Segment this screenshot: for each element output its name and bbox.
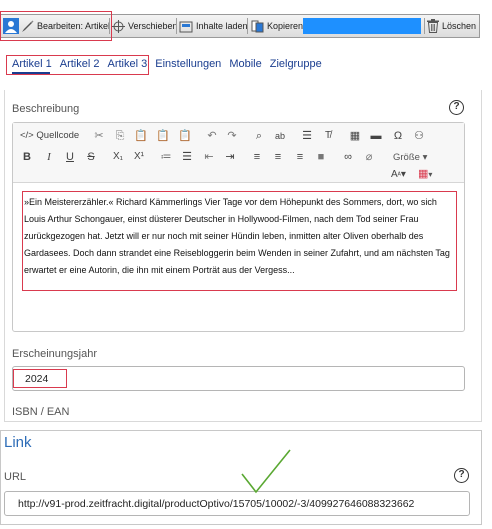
delete-button[interactable]: Löschen xyxy=(427,15,476,37)
tab-bar: Artikel 1 Artikel 2 Artikel 3 Einstellun… xyxy=(12,58,330,70)
remove-format-icon[interactable]: T̸ xyxy=(321,129,335,143)
background-color-button[interactable]: ▦▾ xyxy=(418,167,432,180)
link-section-title: Link xyxy=(4,434,32,451)
isbn-label: ISBN / EAN xyxy=(12,406,70,418)
trash-icon xyxy=(427,19,439,33)
editor-toolbar: </> Quellcode ✂ ⎘ 📋 📋 📋 ↶ ↷ ⌕ ab ☰ T̸ ▦ … xyxy=(13,123,464,183)
paste-word-icon[interactable]: 📋 xyxy=(178,129,192,143)
checkmark-icon xyxy=(241,449,291,494)
justify-icon[interactable]: ■ xyxy=(314,150,328,164)
bold-icon[interactable]: B xyxy=(20,150,34,164)
unlink-icon[interactable]: ⌀ xyxy=(362,150,376,164)
copy-icon[interactable]: ⎘ xyxy=(113,129,127,143)
align-left-icon[interactable]: ≡ xyxy=(250,150,264,164)
user-icon xyxy=(3,18,19,34)
pencil-icon xyxy=(21,20,34,33)
tab-artikel-3[interactable]: Artikel 3 xyxy=(108,58,148,70)
edit-article-button[interactable]: Bearbeiten: Artikel xyxy=(21,15,110,37)
strikethrough-icon[interactable]: S xyxy=(84,150,98,164)
move-button[interactable]: Verschieben xyxy=(112,15,178,37)
superscript-icon[interactable]: X¹ xyxy=(132,150,146,164)
edit-article-label: Bearbeiten: Artikel xyxy=(37,21,111,31)
text-color-button[interactable]: Aᴬ▾ xyxy=(391,169,406,180)
special-char-icon[interactable]: Ω xyxy=(391,129,405,143)
chevron-down-icon: ▾ xyxy=(422,152,428,163)
tab-zielgruppe[interactable]: Zielgruppe xyxy=(270,58,322,70)
indent-icon[interactable]: ⇥ xyxy=(223,150,237,164)
user-button[interactable] xyxy=(3,15,22,37)
italic-icon[interactable]: I xyxy=(42,150,56,164)
font-size-label: Größe xyxy=(393,152,420,163)
underline-icon[interactable]: U xyxy=(63,150,77,164)
editor-content[interactable]: »Ein Meistererzähler.« Richard Kämmerlin… xyxy=(22,191,456,291)
subscript-icon[interactable]: X₁ xyxy=(111,150,125,164)
main-toolbar: Bearbeiten: Artikel Verschieben Inhalte … xyxy=(0,14,480,38)
load-icon xyxy=(179,20,193,33)
outdent-icon[interactable]: ⇤ xyxy=(202,150,216,164)
table-icon[interactable]: ▦ xyxy=(348,129,362,143)
bullet-list-icon[interactable]: ☰ xyxy=(180,150,194,164)
toolbar-divider xyxy=(176,18,177,34)
tab-artikel-2[interactable]: Artikel 2 xyxy=(60,58,100,70)
year-label: Erscheinungsjahr xyxy=(12,348,97,360)
horizontal-line-icon[interactable]: ▬ xyxy=(369,129,383,143)
toolbar-divider xyxy=(424,18,425,34)
copy-button[interactable]: Kopieren xyxy=(251,15,303,37)
load-content-label: Inhalte laden xyxy=(196,21,248,31)
select-all-icon[interactable]: ☰ xyxy=(300,129,314,143)
font-size-dropdown[interactable]: Größe ▾ xyxy=(393,152,427,163)
replace-icon[interactable]: ab xyxy=(273,129,287,143)
source-code-label: Quellcode xyxy=(36,130,80,141)
active-tab-indicator xyxy=(12,72,50,74)
tab-artikel-1[interactable]: Artikel 1 xyxy=(12,58,52,70)
source-code-button[interactable]: </> Quellcode xyxy=(20,130,79,141)
link-icon[interactable]: ∞ xyxy=(341,150,355,164)
toolbar-divider xyxy=(247,18,248,34)
url-value: http://v91-prod.zeitfracht.digital/produ… xyxy=(18,498,415,510)
year-input[interactable]: 2024 xyxy=(12,366,465,391)
align-right-icon[interactable]: ≡ xyxy=(293,150,307,164)
description-label: Beschreibung xyxy=(12,103,80,115)
copy-icon xyxy=(251,20,264,33)
paste-text-icon[interactable]: 📋 xyxy=(156,129,170,143)
url-label: URL xyxy=(4,471,27,483)
load-content-button[interactable]: Inhalte laden xyxy=(179,15,248,37)
undo-icon[interactable]: ↶ xyxy=(205,129,219,143)
toolbar-highlight-bar xyxy=(303,18,421,34)
numbered-list-icon[interactable]: ≔ xyxy=(159,150,173,164)
paste-icon[interactable]: 📋 xyxy=(134,129,148,143)
tab-mobile[interactable]: Mobile xyxy=(229,58,261,70)
copy-label: Kopieren xyxy=(267,21,304,31)
search-icon[interactable]: ⌕ xyxy=(252,129,266,143)
redo-icon[interactable]: ↷ xyxy=(225,129,239,143)
year-value: 2024 xyxy=(25,373,49,385)
code-icon: </> xyxy=(20,130,34,141)
help-icon[interactable]: ? xyxy=(449,100,464,115)
move-label: Verschieben xyxy=(128,21,178,31)
help-icon[interactable]: ? xyxy=(454,468,469,483)
add-user-icon[interactable]: ⚇ xyxy=(412,129,426,143)
tab-einstellungen[interactable]: Einstellungen xyxy=(155,58,221,70)
move-icon xyxy=(112,19,125,33)
url-input[interactable]: http://v91-prod.zeitfracht.digital/produ… xyxy=(4,491,470,516)
cut-icon[interactable]: ✂ xyxy=(92,129,106,143)
align-center-icon[interactable]: ≡ xyxy=(271,150,285,164)
toolbar-divider xyxy=(109,18,110,34)
delete-label: Löschen xyxy=(442,21,477,31)
